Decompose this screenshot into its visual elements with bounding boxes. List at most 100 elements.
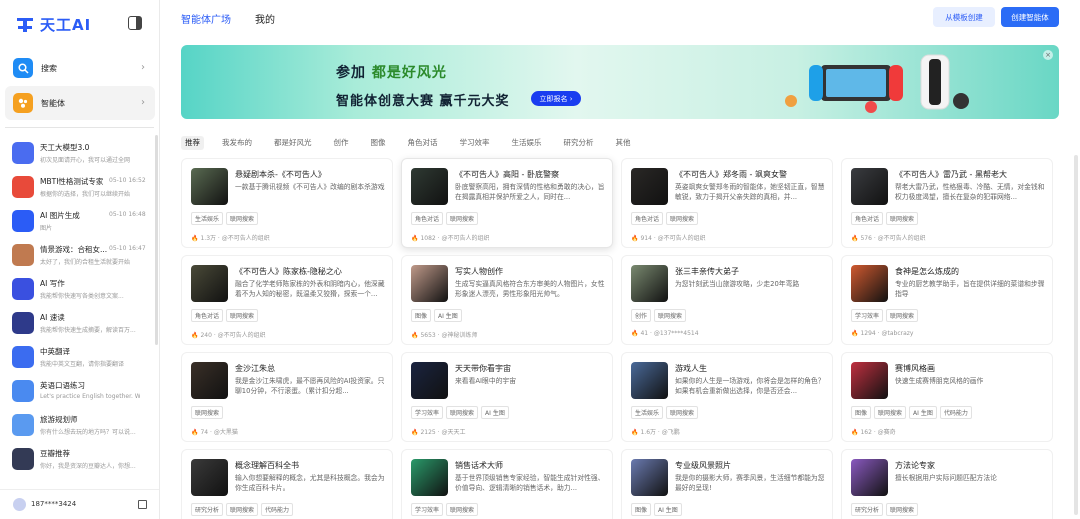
close-icon[interactable]: × bbox=[1043, 50, 1053, 60]
banner-signup-button[interactable]: 立即报名 › bbox=[531, 91, 581, 106]
agent-tags: 研究分析 联网搜索 代码能力 bbox=[191, 503, 294, 516]
agent-tag: 角色对话 bbox=[191, 309, 224, 322]
agent-card[interactable]: 写实人物创作 生成写实逼真风格符合东方审美的人物图片，女性形象迷人漂亮，男性形象阳… bbox=[401, 255, 613, 345]
user-avatar[interactable] bbox=[13, 498, 26, 511]
agent-avatar bbox=[851, 459, 888, 496]
chat-preview: 我能帮你快速生成摘要，解读百万... bbox=[40, 327, 136, 334]
agent-stats: 🔥 1294 · @tabcrazy bbox=[851, 330, 913, 337]
category-tab[interactable]: 学习效率 bbox=[456, 136, 494, 150]
agent-tag: 联网搜索 bbox=[226, 309, 259, 322]
agent-tag: 代码能力 bbox=[261, 503, 294, 516]
agent-stats-text: 1.3万 · @不可告人的组织 bbox=[200, 235, 270, 242]
chat-history-item[interactable]: 豆瓣推荐 你好，我是资深的豆瓣达人，你想... bbox=[0, 442, 158, 476]
agent-title: 《不可告人》雷乃武 - 黑帮老大 bbox=[895, 170, 1007, 179]
agent-tag: 角色对话 bbox=[851, 212, 884, 225]
chat-history-item[interactable]: AI 速读 我能帮你快速生成摘要，解读百万... bbox=[0, 306, 158, 340]
agent-card[interactable]: 方法论专家 擅长根据用户实际问题匹配方法论 研究分析 联网搜索 bbox=[841, 449, 1053, 519]
agent-stats-text: 74 · @大黑猫 bbox=[200, 429, 238, 436]
chat-history-item[interactable]: 天工大模型3.0 初次见面请开心，我可以通过全网 bbox=[0, 136, 158, 170]
agent-stats-text: 2125 · @天天工 bbox=[420, 429, 466, 436]
agent-tag: AI 生图 bbox=[654, 503, 682, 516]
fire-icon: 🔥 bbox=[191, 429, 199, 436]
agent-tag: 联网搜索 bbox=[226, 503, 259, 516]
nav-item-agents[interactable]: 智能体 › bbox=[5, 86, 155, 120]
agent-avatar bbox=[191, 362, 228, 399]
fire-icon: 🔥 bbox=[851, 429, 859, 436]
category-tab[interactable]: 图像 bbox=[367, 136, 390, 150]
category-tab[interactable]: 研究分析 bbox=[560, 136, 598, 150]
agent-stats: 🔥 1.3万 · @不可告人的组织 bbox=[191, 233, 270, 242]
tab-mine[interactable]: 我的 bbox=[255, 11, 275, 26]
chat-history-item[interactable]: 情景游戏：合租女... 05-10 16:47 太好了，我们的合租生活就要开始 bbox=[0, 238, 158, 272]
main-scrollbar[interactable] bbox=[1074, 155, 1078, 515]
create-agent-button[interactable]: 创建智能体 bbox=[1001, 7, 1059, 27]
agent-tags: 图像 联网搜索 AI 生图 代码能力 bbox=[851, 406, 972, 419]
agent-card[interactable]: 《不可告人》雷乃武 - 黑帮老大 帮老大雷乃武，性格狠毒、冷酷、无情，对金钱和权力… bbox=[841, 158, 1053, 248]
agent-card[interactable]: 天天带你看宇宙 来看看AI眼中的宇宙 学习效率 联网搜索 AI 生图 🔥 2125 · @天… bbox=[401, 352, 613, 442]
banner-headline: 参加 都是好风光 bbox=[336, 62, 447, 82]
agent-tags: 生活娱乐 联网搜索 bbox=[631, 406, 699, 419]
category-tab[interactable]: 都是好风光 bbox=[270, 136, 316, 150]
chat-title: 天工大模型3.0 bbox=[40, 143, 90, 152]
agent-card[interactable]: 《不可告人》高阳 - 卧底警察 卧底警察高阳，拥有深情的性格和勇敢的决心，旨在揭露… bbox=[401, 158, 613, 248]
chat-history-item[interactable]: 英语口语练习 Let's practice English together. W… bbox=[0, 374, 158, 408]
agent-title: 方法论专家 bbox=[895, 461, 935, 470]
agent-card[interactable]: 张三丰亲传大弟子 为您针刻武当山旅游攻略，少走20年弯路 创作 联网搜索 🔥 41 · @… bbox=[621, 255, 833, 345]
agent-title: 专业级风景照片 bbox=[675, 461, 731, 470]
agent-title: 张三丰亲传大弟子 bbox=[675, 267, 739, 276]
chat-history-item[interactable]: AI 图片生成 05-10 16:48 图片 bbox=[0, 204, 158, 238]
chat-title: 豆瓣推荐 bbox=[40, 449, 70, 458]
agent-card[interactable]: 食神是怎么炼成的 专业的厨艺教学助手，旨在提供详细的菜谱和步骤指导 学习效率 联网搜索… bbox=[841, 255, 1053, 345]
agent-card[interactable]: 概念理解百科全书 输入你想要解释的概念，尤其是科技概念。我会为你生成百科卡片。 研究… bbox=[181, 449, 393, 519]
agent-avatar bbox=[851, 362, 888, 399]
agent-title: 食神是怎么炼成的 bbox=[895, 267, 959, 276]
agent-title: 游戏人生 bbox=[675, 364, 707, 373]
book-icon[interactable] bbox=[138, 500, 147, 509]
brand-mark-icon bbox=[16, 17, 34, 33]
agent-card[interactable]: 专业级风景照片 我是你的摄影大师，赛季风景，生活细节都能为您最好的呈现! 图像 AI … bbox=[621, 449, 833, 519]
agent-card[interactable]: 悬疑剧本杀-《不可告人》 一款基于腾讯视频《不可告人》改编的剧本杀游戏 生活娱乐 联网… bbox=[181, 158, 393, 248]
agent-tags: 联网搜索 bbox=[191, 406, 224, 419]
chat-preview: Let's practice English together. W... bbox=[40, 393, 140, 400]
user-bar[interactable]: 187****3424 bbox=[0, 489, 159, 519]
agent-title: 金沙江朱总 bbox=[235, 364, 275, 373]
agent-tag: 联网搜索 bbox=[886, 309, 919, 322]
agent-tag: 图像 bbox=[851, 406, 872, 419]
nav-item-label: 搜索 bbox=[41, 63, 57, 73]
agent-card[interactable]: 《不可告人》郑冬雨 - 飒爽女警 英姿飒爽女警郑冬雨的智能体，她坚韧正直，智慧敏锐… bbox=[621, 158, 833, 248]
nav-item-search[interactable]: 搜索 › bbox=[5, 51, 155, 85]
sidebar-collapse-icon[interactable] bbox=[128, 16, 142, 30]
promo-banner[interactable]: 参加 都是好风光 智能体创意大赛 赢千元大奖 立即报名 › × bbox=[181, 45, 1059, 119]
category-tab[interactable]: 创作 bbox=[330, 136, 353, 150]
chat-history-item[interactable]: MBTI性格测试专家 05-10 16:52 根据你的选择，我们可以继续开始 bbox=[0, 170, 158, 204]
agent-card[interactable]: 《不可告人》陈家栋-隐秘之心 融合了化学老师陈家栋的外表和阴暗内心，他深藏着不为人… bbox=[181, 255, 393, 345]
tab-agent-plaza[interactable]: 智能体广场 bbox=[181, 11, 231, 26]
category-tab[interactable]: 我发布的 bbox=[218, 136, 256, 150]
agent-tag: AI 生图 bbox=[909, 406, 937, 419]
category-tab[interactable]: 推荐 bbox=[181, 136, 204, 150]
agent-card[interactable]: 金沙江朱总 我是金沙江朱啸虎，最不愿再风险的AI投资家。只聊10分钟，不行滚蛋。（… bbox=[181, 352, 393, 442]
chat-time: 05-10 16:47 bbox=[109, 245, 146, 252]
category-tab[interactable]: 角色对话 bbox=[404, 136, 442, 150]
sidebar-scrollbar[interactable] bbox=[155, 135, 158, 345]
chat-history-item[interactable]: 旅游规划师 你有什么想去玩的地方吗？可以说... bbox=[0, 408, 158, 442]
agent-description: 英姿飒爽女警郑冬雨的智能体，她坚韧正直，智慧敏锐，致力于揭开父亲失踪的真相，并.… bbox=[675, 183, 825, 201]
agent-tags: 生活娱乐 联网搜索 bbox=[191, 212, 259, 225]
chat-title: 情景游戏：合租女... bbox=[40, 245, 108, 254]
create-from-template-button[interactable]: 从模板创建 bbox=[933, 7, 995, 27]
agent-stats: 🔥 74 · @大黑猫 bbox=[191, 427, 238, 436]
agent-card[interactable]: 赛博风格画 快速生成赛博朋克风格的画作 图像 联网搜索 AI 生图 代码能力 🔥 162 · … bbox=[841, 352, 1053, 442]
chevron-right-icon: › bbox=[141, 62, 145, 73]
agent-avatar bbox=[631, 168, 668, 205]
chat-avatar bbox=[12, 380, 34, 402]
agent-tags: 角色对话 联网搜索 bbox=[411, 212, 479, 225]
chat-history-item[interactable]: AI 写作 我能帮你快速写各类创意文案... bbox=[0, 272, 158, 306]
category-tab[interactable]: 其他 bbox=[612, 136, 635, 150]
brand-logo[interactable]: 天工AI bbox=[16, 14, 91, 35]
agent-card[interactable]: 销售话术大师 基于世界顶级销售专家经验，智能生成针对性强、价值导向、逻辑清晰的销售… bbox=[401, 449, 613, 519]
category-tab[interactable]: 生活娱乐 bbox=[508, 136, 546, 150]
agent-card[interactable]: 游戏人生 如果你的人生是一场游戏，你将会是怎样的角色？如果有机会重新做出选择，你是… bbox=[621, 352, 833, 442]
agent-stats-text: 1082 · @不可告人的组织 bbox=[420, 235, 490, 242]
agent-title: 销售话术大师 bbox=[455, 461, 503, 470]
chat-history-item[interactable]: 中英翻译 我能中英文互翻，请你指要翻译 bbox=[0, 340, 158, 374]
